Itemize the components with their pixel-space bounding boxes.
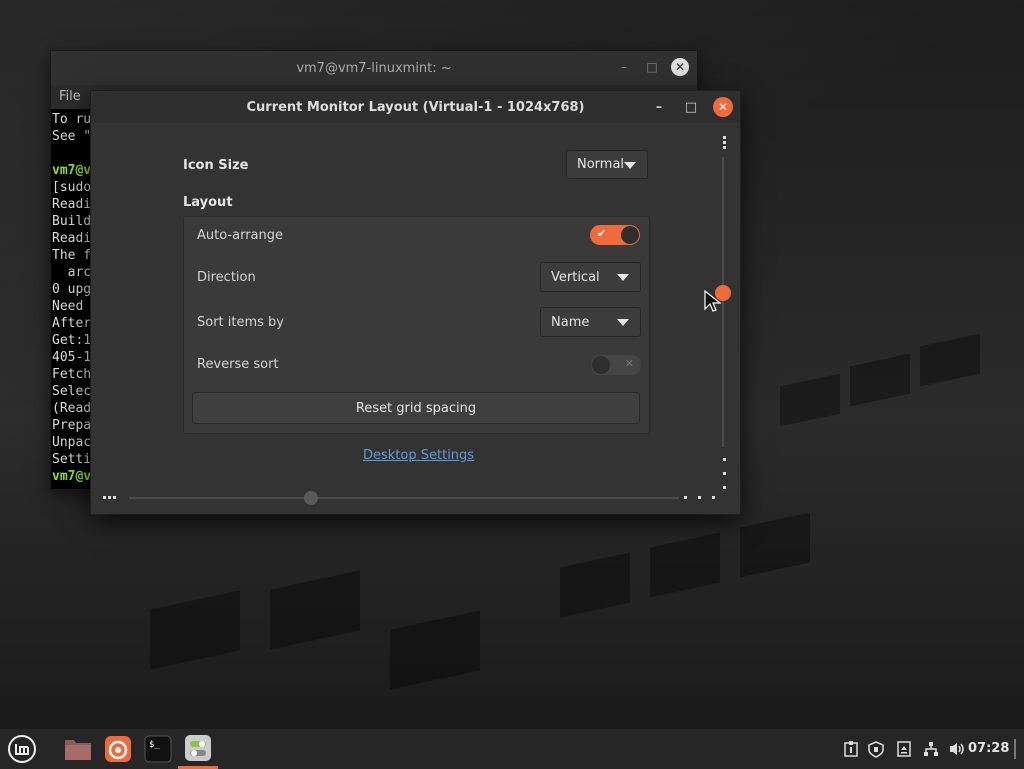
- dialog-title: Current Monitor Layout (Virtual-1 - 1024…: [246, 99, 585, 115]
- taskbar: $_ 07:28: [0, 728, 1024, 769]
- icon-size-dropdown[interactable]: Normal: [566, 150, 648, 179]
- checkmark-icon: ✔: [597, 227, 607, 240]
- reverse-sort-toggle[interactable]: ✕: [590, 354, 642, 376]
- sort-label: Sort items by: [197, 315, 285, 330]
- desktop-layout-dialog[interactable]: Current Monitor Layout (Virtual-1 - 1024…: [90, 90, 741, 515]
- chevron-down-icon: [617, 319, 629, 326]
- svg-text:$_: $_: [149, 740, 160, 750]
- menu-file[interactable]: File: [59, 89, 81, 104]
- chevron-down-icon: [617, 274, 629, 281]
- scroll-dot: [723, 458, 726, 461]
- scroll-dot: [108, 496, 111, 499]
- scroll-dot: [103, 496, 106, 499]
- close-button[interactable]: ✕: [671, 58, 689, 76]
- direction-dropdown[interactable]: Vertical: [540, 262, 641, 292]
- reverse-sort-label: Reverse sort: [197, 357, 279, 372]
- clock[interactable]: 07:28: [968, 741, 1009, 756]
- close-button[interactable]: ✕: [713, 97, 733, 117]
- scroll-dot: [723, 472, 726, 475]
- scroll-dot: [712, 496, 715, 499]
- show-desktop-button[interactable]: [1014, 739, 1016, 759]
- horizontal-scrollbar[interactable]: [129, 497, 679, 499]
- scroll-dot: [723, 141, 726, 144]
- desktop-settings-link[interactable]: Desktop Settings: [363, 448, 474, 463]
- scroll-dot: [723, 146, 726, 149]
- vertical-scrollbar[interactable]: [722, 157, 724, 447]
- dialog-titlebar[interactable]: Current Monitor Layout (Virtual-1 - 1024…: [91, 91, 740, 123]
- auto-arrange-label: Auto-arrange: [197, 228, 283, 243]
- shield-icon[interactable]: [862, 740, 890, 758]
- toggle-knob: [592, 356, 610, 374]
- x-icon: ✕: [624, 357, 634, 370]
- terminal-title: vm7@vm7-linuxmint: ~: [296, 60, 452, 76]
- minimize-button[interactable]: –: [615, 58, 633, 76]
- desktop-settings-icon: [185, 734, 211, 761]
- terminal-icon: $_: [144, 735, 172, 763]
- layout-label: Layout: [183, 195, 233, 210]
- icon-size-value: Normal: [577, 157, 625, 172]
- files-launcher[interactable]: [58, 729, 98, 769]
- minimize-button[interactable]: –: [649, 97, 669, 117]
- menu-icon: [8, 735, 36, 763]
- sort-dropdown[interactable]: Name: [540, 307, 641, 337]
- firefox-icon: [105, 736, 131, 762]
- menu-button[interactable]: [2, 729, 42, 769]
- layout-group: Auto-arrange ✔ Direction Vertical Sort i…: [183, 216, 650, 434]
- maximize-button[interactable]: □: [643, 58, 661, 76]
- notes-icon[interactable]: [840, 741, 862, 757]
- desktop-settings-launcher[interactable]: [178, 729, 218, 769]
- maximize-button[interactable]: □: [681, 97, 701, 117]
- sort-value: Name: [551, 314, 590, 330]
- scroll-dot: [684, 496, 687, 499]
- volume-icon[interactable]: [944, 741, 970, 757]
- reset-button-label: Reset grid spacing: [355, 400, 477, 416]
- network-icon[interactable]: [918, 741, 944, 757]
- reset-grid-spacing-button[interactable]: Reset grid spacing: [192, 392, 640, 424]
- terminal-launcher[interactable]: $_: [138, 729, 178, 769]
- terminal-titlebar[interactable]: vm7@vm7-linuxmint: ~ – □ ✕: [51, 51, 697, 85]
- icon-size-label: Icon Size: [183, 158, 249, 173]
- horizontal-scroll-thumb[interactable]: [304, 491, 318, 505]
- auto-arrange-toggle[interactable]: ✔: [590, 225, 640, 245]
- scroll-dot: [113, 496, 116, 499]
- scroll-dot: [723, 486, 726, 489]
- direction-label: Direction: [197, 270, 256, 285]
- direction-value: Vertical: [551, 269, 600, 285]
- system-tray: [840, 729, 970, 769]
- update-icon[interactable]: [890, 741, 918, 757]
- firefox-launcher[interactable]: [98, 729, 138, 769]
- mouse-cursor-icon: [704, 290, 722, 312]
- chevron-down-icon: [624, 161, 636, 169]
- scroll-dot: [698, 496, 701, 499]
- scroll-dot: [723, 136, 726, 139]
- toggle-knob: [621, 226, 639, 244]
- files-icon: [65, 740, 91, 760]
